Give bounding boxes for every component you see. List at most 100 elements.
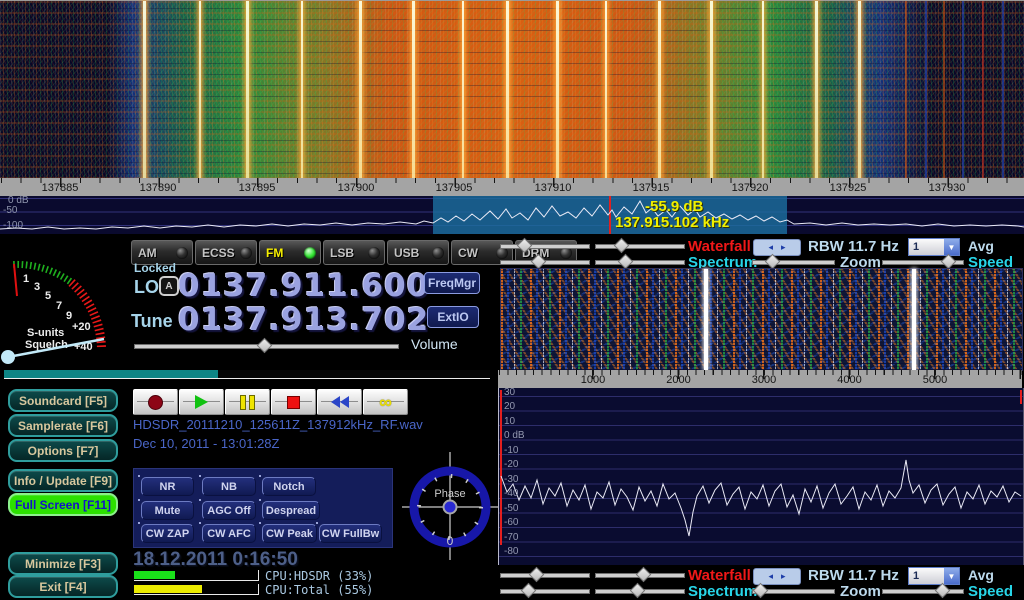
locked-label: Locked <box>134 261 176 275</box>
audio-frequency-scale[interactable]: 1000 2000 3000 4000 5000 <box>498 370 1022 389</box>
spectrum-ref-slider[interactable] <box>500 589 590 594</box>
freqmgr-button[interactable]: FreqMgr <box>424 272 480 294</box>
right-arrow-icon[interactable]: ▸ <box>781 572 786 581</box>
chevron-down-icon[interactable]: ▼ <box>944 568 959 584</box>
exit-button[interactable]: Exit [F4] <box>8 575 118 598</box>
notch-button[interactable]: Notch <box>262 477 316 496</box>
info-update-button[interactable]: Info / Update [F9] <box>8 469 118 492</box>
signal-trace-line <box>962 1 964 179</box>
main-frequency-scale[interactable]: 137885 137890 137895 137900 137905 13791… <box>0 178 1024 197</box>
signal-trace-line <box>658 1 661 179</box>
loop-button[interactable]: ∞ <box>363 389 408 415</box>
mode-label: CW <box>458 246 478 260</box>
signal-trace-line <box>982 1 984 179</box>
slider-thumb[interactable] <box>765 254 781 270</box>
record-icon <box>148 395 163 410</box>
avg-combobox[interactable]: 1▼ <box>908 238 960 256</box>
smeter-tick: 7 <box>56 300 62 312</box>
spectrum-section-label: Spectrum <box>688 583 757 600</box>
nr-button[interactable]: NR <box>141 477 194 496</box>
minimize-button[interactable]: Minimize [F3] <box>8 552 118 575</box>
slider-thumb[interactable] <box>941 254 957 270</box>
button-label: AGC Off <box>207 505 250 517</box>
freq-tick-label: 137885 <box>42 182 79 194</box>
mode-label: ECSS <box>202 246 235 260</box>
squelch-level-bar[interactable] <box>4 370 490 379</box>
signal-trace-line <box>301 1 303 179</box>
mode-fm-button[interactable]: FM <box>259 240 321 265</box>
db-tick-label: 10 <box>504 416 515 427</box>
signal-trace-line <box>246 1 249 179</box>
volume-slider[interactable] <box>134 344 399 349</box>
mode-ecss-button[interactable]: ECSS <box>195 240 257 265</box>
zoom-slider[interactable] <box>752 589 835 594</box>
extio-button[interactable]: ExtIO <box>427 306 479 328</box>
cpu-total-label: CPU:Total (55%) <box>265 583 373 597</box>
cw-zap-button[interactable]: CW ZAP <box>141 524 194 543</box>
signal-trace-line <box>506 1 509 179</box>
zoom-slider[interactable] <box>752 260 835 265</box>
signal-trace-line <box>925 1 927 179</box>
record-button[interactable] <box>133 389 178 415</box>
audio-spectrum[interactable]: 30 20 10 0 dB -10 -20 -30 -40 -50 -60 -7… <box>498 388 1024 565</box>
options-button[interactable]: Options [F7] <box>8 439 118 462</box>
slider-thumb[interactable] <box>636 567 652 583</box>
audio-waterfall[interactable] <box>500 268 1023 371</box>
despread-button[interactable]: Despread <box>262 501 320 520</box>
mode-usb-button[interactable]: USB <box>387 240 449 265</box>
db-tick-label: -20 <box>504 459 518 470</box>
mode-label: USB <box>394 246 419 260</box>
left-arrow-icon[interactable]: ◂ <box>768 243 773 252</box>
cw-afc-button[interactable]: CW AFC <box>202 524 256 543</box>
nb-button[interactable]: NB <box>202 477 256 496</box>
spectrum-range-slider[interactable] <box>595 589 685 594</box>
right-arrow-icon[interactable]: ▸ <box>781 243 786 252</box>
signal-trace-line <box>943 1 945 179</box>
waterfall-contrast-slider[interactable] <box>595 244 685 249</box>
audio-spectrum-trace <box>499 388 1023 565</box>
soundcard-button[interactable]: Soundcard [F5] <box>8 389 118 412</box>
volume-slider-thumb[interactable] <box>257 338 273 354</box>
waterfall-brightness-slider[interactable] <box>500 244 590 249</box>
cw-fullbw-button[interactable]: CW FullBw <box>319 524 382 543</box>
tune-frequency-digits[interactable]: 0137.913.702 <box>178 302 429 338</box>
waterfall-shift-spinner[interactable]: ◂▸ <box>753 239 801 256</box>
button-label: CW Peak <box>266 528 313 540</box>
lo-auto-lock-icon[interactable]: A <box>159 276 179 296</box>
avg-combobox[interactable]: 1▼ <box>908 567 960 585</box>
waterfall-contrast-slider[interactable] <box>595 573 685 578</box>
button-label: CW ZAP <box>146 528 189 540</box>
lo-frequency-digits[interactable]: 0137.911.600 <box>178 268 429 304</box>
signal-trace-line <box>143 1 146 179</box>
stop-icon <box>287 396 300 409</box>
slider-thumb[interactable] <box>529 567 545 583</box>
pause-icon <box>240 395 255 410</box>
slider-thumb[interactable] <box>521 583 537 599</box>
speed-slider[interactable] <box>882 260 964 265</box>
left-arrow-icon[interactable]: ◂ <box>768 572 773 581</box>
stop-button[interactable] <box>271 389 316 415</box>
slider-thumb[interactable] <box>935 583 951 599</box>
speed-slider[interactable] <box>882 589 964 594</box>
main-spectrum[interactable]: 0 dB -50 -100 -55.9 dB 137.915.102 kHz <box>0 196 1024 234</box>
freq-tick-label: 1000 <box>581 374 605 386</box>
slider-thumb[interactable] <box>618 254 634 270</box>
play-button[interactable] <box>179 389 224 415</box>
spectrum-ref-slider[interactable] <box>500 260 590 265</box>
waterfall-brightness-slider[interactable] <box>500 573 590 578</box>
main-waterfall[interactable] <box>0 0 1024 179</box>
pause-button[interactable] <box>225 389 270 415</box>
slider-thumb[interactable] <box>614 238 630 254</box>
cw-peak-button[interactable]: CW Peak <box>262 524 317 543</box>
chevron-down-icon[interactable]: ▼ <box>944 239 959 255</box>
slider-thumb[interactable] <box>630 583 646 599</box>
cpu-total-bar <box>134 584 259 595</box>
mode-lsb-button[interactable]: LSB <box>323 240 385 265</box>
samplerate-button[interactable]: Samplerate [F6] <box>8 414 118 437</box>
spectrum-range-slider[interactable] <box>595 260 685 265</box>
button-label: CW AFC <box>207 528 251 540</box>
rewind-button[interactable] <box>317 389 362 415</box>
fullscreen-button[interactable]: Full Screen [F11] <box>8 493 118 516</box>
agc-off-button[interactable]: AGC Off <box>202 501 256 520</box>
mute-button[interactable]: Mute <box>141 501 194 520</box>
